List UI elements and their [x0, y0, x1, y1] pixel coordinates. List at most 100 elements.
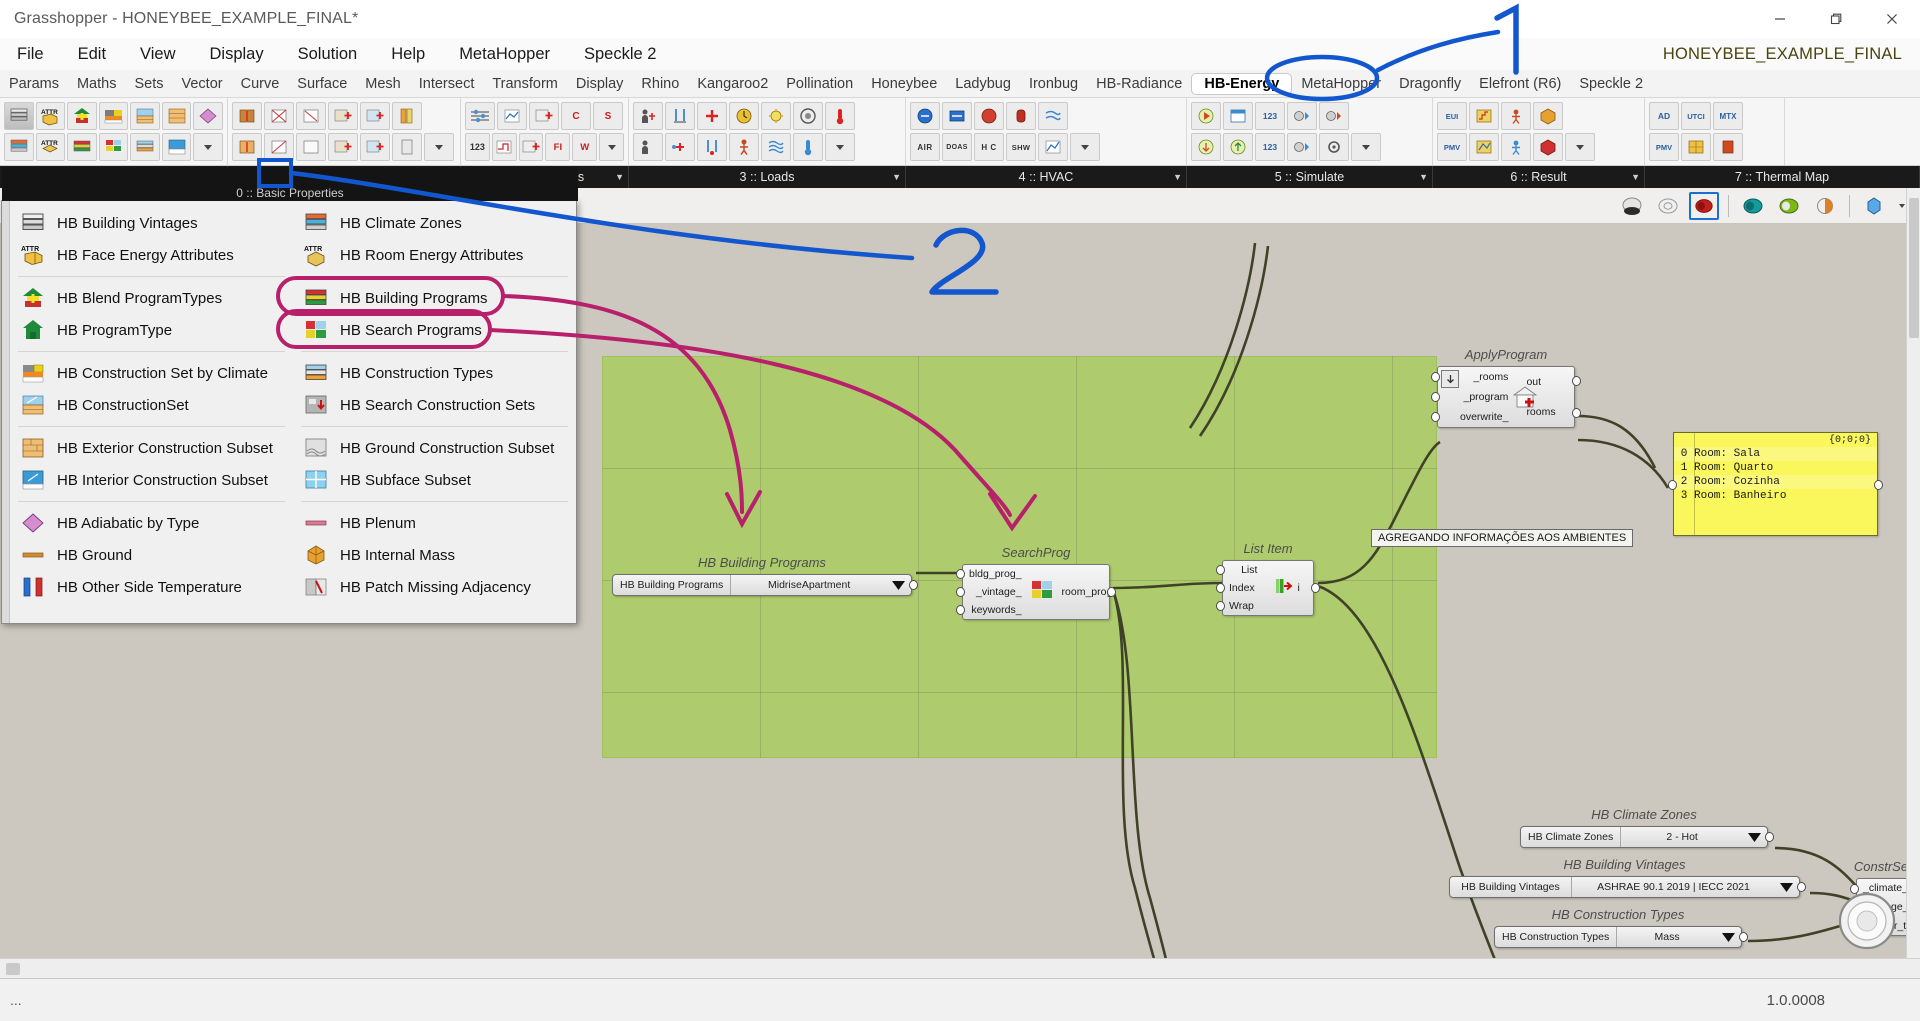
input-program[interactable]: _program	[1454, 391, 1514, 403]
ribbon-icon-interior-construction-subset[interactable]	[161, 133, 192, 161]
canvas-navigation-widget[interactable]	[1836, 890, 1898, 952]
ribbon-icon-schedule-ruleset-add[interactable]	[518, 133, 544, 161]
input-index[interactable]: Index	[1223, 582, 1276, 594]
tab-hb-radiance[interactable]: HB-Radiance	[1087, 74, 1191, 94]
input-port[interactable]	[1668, 480, 1677, 490]
ribbon-icon-result-cube-blue[interactable]	[1533, 133, 1563, 161]
ribbon-group-expander-loads[interactable]	[825, 133, 855, 161]
ribbon-icon-simulation-parameter[interactable]	[1223, 102, 1253, 130]
chevron-down-icon[interactable]	[1743, 827, 1767, 847]
chevron-down-icon[interactable]	[887, 575, 911, 595]
ribbon-icon-adiabatic-by-type[interactable]	[193, 102, 224, 130]
ribbon-icon-face-energy-attributes[interactable]: ATTR	[35, 102, 66, 130]
scrollbar-thumb[interactable]	[1909, 198, 1919, 338]
output-port[interactable]	[1874, 480, 1883, 490]
tab-ladybug[interactable]: Ladybug	[946, 74, 1020, 94]
section-simulate[interactable]: 5 :: Simulate ▼	[1187, 166, 1433, 188]
preview-blue-icon[interactable]	[1859, 192, 1889, 220]
ribbon-icon-window-material[interactable]	[264, 133, 294, 161]
input-wrap[interactable]: Wrap	[1223, 600, 1276, 612]
palette-item-hb-interior-construction-subset[interactable]: HB Interior Construction Subset	[10, 464, 293, 496]
tab-surface[interactable]: Surface	[288, 74, 356, 94]
menu-item-view[interactable]: View	[126, 42, 189, 67]
ribbon-icon-schedule-fixed-interval[interactable]	[491, 133, 517, 161]
ribbon-icon-schedule-add[interactable]	[529, 102, 559, 130]
input-keywords[interactable]: keywords_	[963, 604, 1028, 616]
output-port-i[interactable]	[1311, 583, 1320, 593]
node-hb-building-programs[interactable]: HB Building Programs HB Building Program…	[612, 555, 918, 596]
value-list-selected[interactable]: ASHRAE 90.1 2019 | IECC 2021	[1572, 877, 1775, 897]
canvas-horizontal-scrollbar[interactable]	[0, 958, 1920, 978]
output-room-prog[interactable]: room_prog	[1056, 586, 1114, 598]
ribbon-icon-result-cube[interactable]	[1533, 102, 1563, 130]
ribbon-icon-construction-set-climate[interactable]	[98, 102, 129, 130]
tab-hb-energy[interactable]: HB-Energy	[1191, 72, 1293, 95]
palette-item-hb-subface-subset[interactable]: HB Subface Subset	[293, 464, 576, 496]
ribbon-icon-output-list[interactable]: 123	[1255, 133, 1285, 161]
palette-item-hb-constructionset[interactable]: HB ConstructionSet	[10, 389, 293, 421]
ribbon-icon-thermal-comfort[interactable]	[1501, 102, 1531, 130]
input-port-keywords[interactable]	[956, 605, 965, 615]
palette-item-hb-adiabatic-by-type[interactable]: HB Adiabatic by Type	[10, 507, 293, 539]
input-port-list[interactable]	[1216, 565, 1225, 575]
ribbon-icon-ventilation-load[interactable]	[793, 102, 823, 130]
palette-item-hb-building-vintages[interactable]: HB Building Vintages	[10, 207, 293, 239]
node-hb-building-vintages[interactable]: HB Building Vintages HB Building Vintage…	[1449, 857, 1806, 898]
ribbon-icon-climate-zones[interactable]	[4, 133, 34, 161]
palette-item-hb-blend-programtypes[interactable]: HB Blend ProgramTypes	[10, 282, 293, 314]
ribbon-icon-thermostat[interactable]	[793, 133, 823, 161]
value-list-selected[interactable]: Mass	[1617, 927, 1717, 947]
ribbon-group-expander-simulate[interactable]	[1351, 133, 1381, 161]
component-bake-toggle[interactable]	[1441, 370, 1459, 388]
value-list-control[interactable]: HB Construction Types Mass	[1494, 926, 1742, 948]
canvas-vertical-scrollbar[interactable]	[1906, 188, 1920, 978]
menu-item-metahopper[interactable]: MetaHopper	[445, 42, 564, 67]
ribbon-icon-construction-types[interactable]	[130, 133, 160, 161]
section-thermal-map[interactable]: 7 :: Thermal Map	[1645, 166, 1920, 188]
ribbon-icon-exterior-construction-subset[interactable]	[161, 102, 192, 130]
ribbon-icon-search-programs[interactable]	[98, 133, 129, 161]
ribbon-icon-thermal-map-grid[interactable]	[1681, 133, 1711, 161]
palette-item-hb-climate-zones[interactable]: HB Climate Zones	[293, 207, 576, 239]
tab-display[interactable]: Display	[567, 74, 633, 94]
ribbon-icon-infiltration-load[interactable]	[729, 102, 759, 130]
palette-item-hb-construction-types[interactable]: HB Construction Types	[293, 357, 576, 389]
menu-item-help[interactable]: Help	[377, 42, 439, 67]
ribbon-icon-eui[interactable]: EUI	[1437, 102, 1467, 130]
input-port-bldg-prog[interactable]	[956, 569, 965, 579]
input-rooms[interactable]: _rooms	[1454, 371, 1514, 383]
output-port[interactable]	[1797, 882, 1806, 892]
ribbon-icon-pmv[interactable]: PMV	[1437, 133, 1467, 161]
palette-item-hb-construction-set-by-climate[interactable]: HB Construction Set by Climate	[10, 357, 293, 389]
tab-speckle2[interactable]: Speckle 2	[1570, 74, 1652, 94]
ribbon-icon-material-blind-add[interactable]	[360, 133, 390, 161]
preview-wireframe-icon[interactable]	[1653, 192, 1683, 220]
value-list-control[interactable]: HB Climate Zones 2 - Hot	[1520, 826, 1768, 848]
chevron-down-icon[interactable]: ▼	[1173, 172, 1182, 182]
output-port-room-prog[interactable]	[1107, 587, 1116, 597]
node-hb-climate-zones[interactable]: HB Climate Zones HB Climate Zones 2 - Ho…	[1520, 807, 1774, 848]
ribbon-group-expander-schedules[interactable]	[599, 133, 624, 161]
input-vintage[interactable]: _vintage_	[963, 586, 1028, 598]
ribbon-icon-run-idf[interactable]	[1287, 102, 1317, 130]
tab-mesh[interactable]: Mesh	[356, 74, 409, 94]
value-list-control[interactable]: HB Building Programs MidriseApartment	[612, 574, 912, 596]
ribbon-icon-sim-settings[interactable]	[1319, 133, 1349, 161]
ribbon-icon-all-air-hvac[interactable]	[910, 102, 940, 130]
menu-item-file[interactable]: File	[3, 42, 58, 67]
ribbon-icon-schedule-week[interactable]: W	[572, 133, 598, 161]
ribbon-icon-run-osm[interactable]	[1319, 102, 1349, 130]
ribbon-icon-blend-programtypes[interactable]	[67, 102, 97, 130]
node-hb-construction-types[interactable]: HB Construction Types HB Construction Ty…	[1494, 907, 1748, 948]
section-hvac[interactable]: 4 :: HVAC ▼	[906, 166, 1187, 188]
ribbon-icon-constructionset[interactable]	[130, 102, 160, 130]
ribbon-icon-ad[interactable]: AD	[1649, 102, 1679, 130]
tab-dragonfly[interactable]: Dragonfly	[1390, 74, 1470, 94]
ribbon-icon-schedule-setpoint[interactable]: S	[593, 102, 623, 130]
ribbon-icon-doas-hvac[interactable]	[942, 102, 972, 130]
input-port-index[interactable]	[1216, 583, 1225, 593]
chevron-down-icon[interactable]: ▼	[615, 172, 624, 182]
palette-item-hb-exterior-construction-subset[interactable]: HB Exterior Construction Subset	[10, 432, 293, 464]
ribbon-icon-load-add[interactable]	[697, 102, 727, 130]
palette-item-hb-ground-construction-subset[interactable]: HB Ground Construction Subset	[293, 432, 576, 464]
